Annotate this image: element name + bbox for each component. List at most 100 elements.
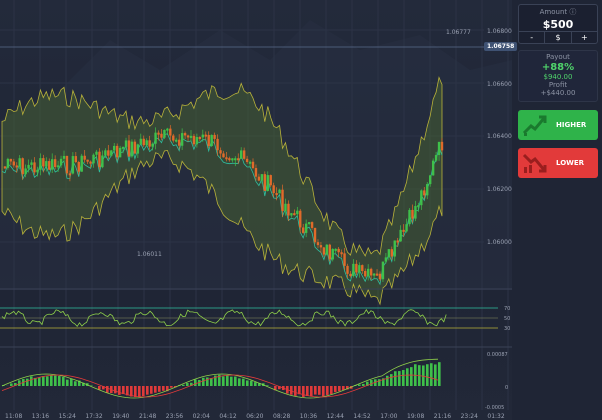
lower-button[interactable]: LOWER: [518, 148, 598, 178]
profit-amount: +$440.00: [540, 89, 576, 97]
macd-bar: [402, 370, 405, 386]
time-tick: 14:52: [353, 413, 370, 420]
candle: [6, 158, 10, 168]
payout-amount: $940.00: [543, 73, 573, 81]
candle: [399, 229, 402, 242]
rsi-tick: 50: [504, 316, 510, 322]
candle: [405, 224, 408, 232]
time-tick: 11:08: [5, 413, 22, 420]
macd-bar: [370, 380, 373, 386]
candle: [417, 205, 420, 208]
candle: [358, 265, 361, 273]
macd-bar: [54, 375, 57, 386]
candle: [130, 141, 134, 157]
macd-bar: [390, 374, 393, 386]
macd-bar: [146, 386, 149, 395]
candle: [74, 156, 78, 163]
candle: [24, 168, 27, 175]
macd-bar: [242, 378, 245, 386]
candle: [237, 158, 240, 161]
candle: [95, 151, 98, 155]
candle: [98, 151, 101, 168]
macd-bar: [26, 378, 29, 386]
candle: [172, 135, 175, 141]
macd-bar: [114, 386, 117, 394]
macd-bar: [42, 376, 45, 386]
candle: [148, 140, 151, 147]
time-tick: 23:56: [166, 413, 183, 420]
macd-bar: [182, 384, 185, 386]
candle: [216, 138, 219, 151]
candle: [322, 247, 326, 255]
candle: [319, 245, 323, 248]
candle: [175, 139, 178, 142]
macd-bar: [202, 377, 205, 386]
macd-bar: [206, 377, 209, 386]
macd-bar: [70, 378, 73, 386]
macd-bar: [434, 364, 437, 386]
macd-bar: [394, 371, 397, 386]
candle: [113, 145, 116, 151]
time-tick: 04:12: [219, 413, 236, 420]
time-tick: 10:36: [300, 413, 317, 420]
amount-value[interactable]: $500: [519, 18, 597, 31]
candle: [180, 133, 184, 146]
macd-bar: [194, 379, 197, 386]
macd-bar: [306, 386, 309, 396]
macd-bar: [322, 386, 325, 397]
time-tick: 12:44: [327, 413, 344, 420]
candle: [293, 213, 296, 216]
candle: [225, 157, 228, 160]
candle: [269, 175, 272, 186]
candle: [160, 133, 163, 138]
candle: [48, 161, 51, 170]
chart-canvas[interactable]: 1.06800 1.06600 1.06400 1.06200 1.06000 …: [0, 0, 512, 420]
candle: [107, 150, 110, 156]
candle: [3, 166, 7, 169]
candle: [440, 141, 444, 151]
arrow-up-chart-icon: [522, 115, 547, 136]
higher-button[interactable]: HIGHER: [518, 110, 598, 140]
candle: [313, 227, 317, 243]
candle: [340, 252, 343, 255]
candle: [45, 161, 48, 167]
candle: [154, 132, 157, 144]
price-tick: 1.06800: [487, 28, 512, 35]
candle: [65, 155, 69, 174]
decrease-amount-button[interactable]: -: [519, 32, 546, 43]
candle: [381, 261, 385, 280]
rsi-axis: 70 50 30: [504, 306, 510, 332]
candle: [124, 140, 128, 147]
candle: [431, 160, 435, 176]
payout-label: Payout: [546, 53, 570, 61]
candle: [228, 158, 231, 161]
candle: [316, 242, 320, 246]
macd-bar: [238, 378, 241, 386]
candle: [115, 145, 119, 158]
candle: [68, 173, 72, 176]
macd-bar: [210, 378, 213, 386]
candle: [222, 153, 225, 158]
increase-amount-button[interactable]: +: [572, 32, 597, 43]
current-price-tag: 1.06758: [484, 42, 518, 51]
candle: [163, 129, 166, 138]
payout-percent: +88%: [541, 62, 575, 73]
macd-bar: [66, 379, 69, 386]
macd-bar: [230, 376, 233, 386]
macd-tick: -0.0005: [485, 405, 504, 411]
candle: [428, 175, 432, 185]
candle: [192, 135, 196, 145]
candle: [387, 249, 391, 258]
candle: [204, 134, 207, 137]
candle: [402, 229, 405, 232]
price-chart[interactable]: 1.06800 1.06600 1.06400 1.06200 1.06000 …: [0, 0, 518, 420]
macd-bar: [310, 386, 313, 397]
currency-button[interactable]: $: [545, 32, 572, 43]
candle: [219, 150, 222, 154]
macd-bar: [226, 375, 229, 386]
time-tick: 21:48: [139, 413, 156, 420]
candle: [290, 213, 293, 216]
macd-bar: [362, 383, 365, 386]
candle: [343, 253, 346, 266]
macd-bar: [50, 375, 53, 386]
